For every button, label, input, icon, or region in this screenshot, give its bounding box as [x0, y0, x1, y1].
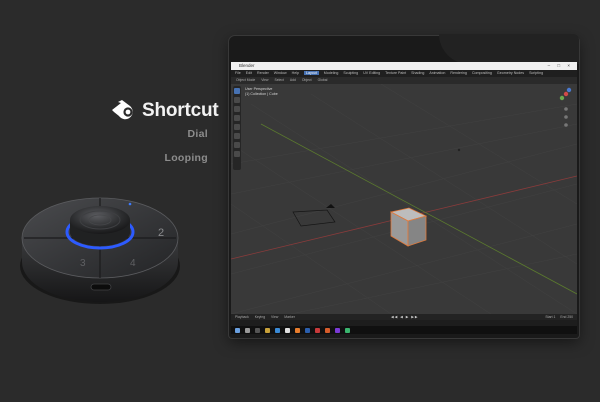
transform-tool-icon[interactable]: [234, 133, 240, 139]
gizmo-x-axis: [563, 91, 569, 97]
tab-uv-editing[interactable]: UV Editing: [363, 71, 380, 75]
shortcut-dial-device: 2 3 4: [20, 197, 180, 304]
window-title: Blender: [239, 63, 255, 68]
brand-name: Shortcut: [142, 100, 219, 121]
blender-taskbar-icon[interactable]: [295, 327, 300, 333]
tab-modeling[interactable]: Modeling: [324, 71, 339, 75]
feature-label-looping: Looping: [164, 152, 208, 164]
end-frame-field[interactable]: End 250: [560, 315, 573, 319]
tab-sculpting[interactable]: Sculpting: [343, 71, 358, 75]
tab-scripting[interactable]: Scripting: [529, 71, 543, 75]
timeline-marker-menu[interactable]: Marker: [284, 315, 295, 319]
tab-animation[interactable]: Animation: [429, 71, 445, 75]
menu-bar: File Edit Render Window Help Layout Mode…: [231, 70, 577, 77]
menu-file[interactable]: File: [235, 71, 241, 75]
cube-object: [389, 207, 428, 247]
tab-texture-paint[interactable]: Texture Paint: [385, 71, 406, 75]
viewport-header: Object Mode View Select Add Object Globa…: [231, 77, 577, 84]
window-titlebar: Blender – □ ×: [231, 62, 577, 70]
search-icon[interactable]: [245, 327, 250, 333]
timeline-keying-menu[interactable]: Keying: [255, 315, 265, 319]
tab-shading[interactable]: Shading: [411, 71, 424, 75]
feature-label-dial: Dial: [187, 128, 208, 140]
device-button-4: 4: [130, 258, 136, 269]
tab-compositing[interactable]: Compositing: [472, 71, 492, 75]
app-icon[interactable]: [345, 327, 350, 333]
os-taskbar: [231, 326, 577, 334]
camera-view-icon: [564, 123, 568, 127]
window-controls[interactable]: – □ ×: [548, 62, 573, 70]
zoom-icon: [564, 107, 568, 111]
menu-render[interactable]: Render: [257, 71, 269, 75]
menu-edit[interactable]: Edit: [246, 71, 252, 75]
measure-tool-icon[interactable]: [234, 151, 240, 157]
app-icon[interactable]: [305, 327, 310, 333]
brand-logo: Shortcut: [110, 96, 220, 126]
header-object-menu[interactable]: Object: [302, 78, 312, 82]
task-view-icon[interactable]: [255, 327, 260, 333]
usb-port: [90, 283, 112, 291]
light-object: [457, 148, 461, 152]
timeline-view-menu[interactable]: View: [271, 315, 278, 319]
header-select-menu[interactable]: Select: [274, 78, 283, 82]
timeline-panel: Playback Keying View Marker ◀◀ ◀ ▶ ▶▶ St…: [231, 314, 577, 326]
timeline-playback-menu[interactable]: Playback: [235, 315, 249, 319]
gizmo-y-axis: [559, 95, 565, 101]
header-add-menu[interactable]: Add: [290, 78, 296, 82]
pan-icon: [564, 115, 568, 119]
menu-window[interactable]: Window: [274, 71, 287, 75]
tab-rendering[interactable]: Rendering: [450, 71, 467, 75]
app-icon[interactable]: [285, 327, 290, 333]
header-view-menu[interactable]: View: [261, 78, 268, 82]
start-frame-field[interactable]: Start 1: [545, 315, 555, 319]
file-explorer-icon[interactable]: [265, 327, 270, 333]
tab-layout[interactable]: Layout: [304, 71, 319, 75]
annotate-tool-icon[interactable]: [234, 142, 240, 148]
camera-object: [292, 204, 336, 227]
move-tool-icon[interactable]: [234, 106, 240, 112]
active-object-label: (1) Collection | Cube: [245, 92, 278, 96]
viewport-info: User Perspective (1) Collection | Cube: [245, 87, 278, 97]
device-button-3: 3: [80, 258, 86, 269]
transform-orientation-dropdown[interactable]: Global: [318, 78, 328, 82]
navigation-gizmo[interactable]: [557, 86, 575, 136]
y-axis-line: [260, 123, 577, 295]
app-icon[interactable]: [325, 327, 330, 333]
blender-screen: Blender – □ × File Edit Render Window He…: [231, 62, 577, 334]
scale-tool-icon[interactable]: [234, 124, 240, 130]
app-icon[interactable]: [315, 327, 320, 333]
monitor-bezel-top: [439, 34, 579, 64]
device-button-2: 2: [158, 227, 164, 239]
menu-help[interactable]: Help: [292, 71, 299, 75]
tool-shelf: [233, 86, 241, 170]
monitor: Blender – □ × File Edit Render Window He…: [229, 34, 579, 338]
tab-geometry-nodes[interactable]: Geometry Nodes: [497, 71, 524, 75]
object-mode-dropdown[interactable]: Object Mode: [236, 78, 255, 82]
3d-viewport[interactable]: [231, 84, 577, 314]
cursor-tool-icon[interactable]: [234, 97, 240, 103]
gizmo-z-axis: [566, 87, 572, 93]
app-icon[interactable]: [335, 327, 340, 333]
rotate-tool-icon[interactable]: [234, 115, 240, 121]
select-tool-icon[interactable]: [234, 88, 240, 94]
browser-icon[interactable]: [275, 327, 280, 333]
blender-logo-icon: [112, 100, 133, 120]
start-icon[interactable]: [235, 327, 240, 333]
